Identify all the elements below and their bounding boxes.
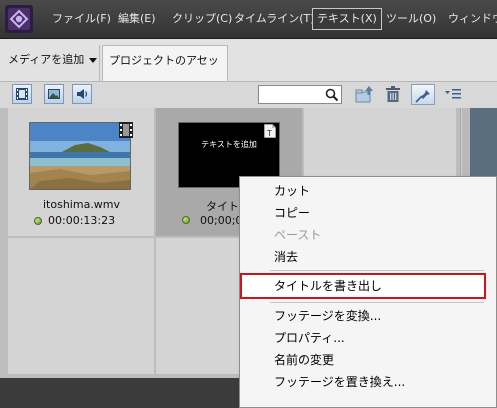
status-indicator [182, 216, 190, 224]
asset-slot-empty [8, 238, 154, 374]
video-thumbnail [29, 122, 131, 190]
menu-separator [270, 302, 484, 303]
menu-item-convert-footage[interactable]: フッテージを変換... [240, 305, 488, 327]
menu-clip[interactable]: クリップ(C) [172, 9, 232, 29]
menu-edit[interactable]: 編集(E) [118, 9, 156, 29]
menu-bar: ファイル(F) 編集(E) クリップ(C) タイムライン(T) テキスト(X) … [0, 0, 497, 39]
menu-item-paste: ペースト [274, 228, 322, 242]
chevron-down-icon [89, 57, 98, 63]
menu-timeline[interactable]: タイムライン(T) [234, 9, 315, 29]
video-type-icon [119, 122, 133, 138]
context-menu: カット コピー ペースト 消去 タイトルを書き出し フッテージを変換... プロ… [239, 176, 497, 408]
title-type-icon: T [264, 124, 276, 138]
search-field[interactable] [258, 85, 342, 107]
menu-item-copy[interactable]: コピー [240, 202, 488, 224]
panel-tab-bar: メディアを追加 プロジェクトのアセット [0, 39, 497, 97]
menu-item-replace-footage[interactable]: フッテージを置き換え... [240, 371, 488, 393]
menu-window[interactable]: ウィンドウ [448, 9, 497, 29]
menu-item-clear[interactable]: 消去 [240, 246, 488, 268]
beach-thumbnail-image [30, 123, 130, 189]
search-icon[interactable] [325, 88, 339, 102]
asset-name: itoshima.wmv [43, 198, 121, 211]
assets-toolbar [0, 82, 497, 109]
app-window: ファイル(F) 編集(E) クリップ(C) タイムライン(T) テキスト(X) … [0, 0, 497, 408]
pin-icon [415, 88, 430, 103]
tab-add-media-label: メディアを追加 [8, 53, 85, 66]
trash-icon[interactable] [384, 85, 402, 105]
asset-duration: 00:00:13:23 [48, 214, 116, 227]
menu-file[interactable]: ファイル(F) [52, 9, 111, 29]
image-icon [48, 89, 60, 99]
menu-separator [270, 270, 484, 271]
app-logo-icon[interactable] [5, 5, 33, 33]
list-options-icon[interactable] [444, 85, 462, 103]
menu-item-export-title[interactable]: タイトルを書き出し [240, 275, 488, 297]
speaker-icon [77, 89, 88, 99]
tab-add-media[interactable]: メディアを追加 [2, 45, 100, 81]
film-icon [16, 88, 28, 100]
filter-audio-button[interactable] [72, 84, 92, 104]
menu-tools[interactable]: ツール(O) [386, 9, 436, 29]
svg-text:T: T [266, 129, 272, 138]
search-input[interactable] [259, 89, 329, 107]
menu-item-rename[interactable]: 名前の変更 [240, 349, 488, 371]
tab-project-assets[interactable]: プロジェクトのアセット [102, 45, 228, 97]
title-thumbnail-text: テキストを追加 [201, 140, 257, 149]
asset-item-video[interactable]: itoshima.wmv 00:00:13:23 [8, 108, 154, 236]
menu-text[interactable]: テキスト(X) [312, 8, 382, 30]
status-indicator [34, 217, 42, 225]
menu-item-cut[interactable]: カット [240, 180, 488, 202]
filter-image-button[interactable] [44, 84, 64, 104]
pin-button[interactable] [411, 84, 435, 105]
filter-video-button[interactable] [12, 84, 32, 104]
folder-up-icon[interactable] [354, 85, 374, 105]
menu-item-properties[interactable]: プロパティ... [240, 327, 488, 349]
